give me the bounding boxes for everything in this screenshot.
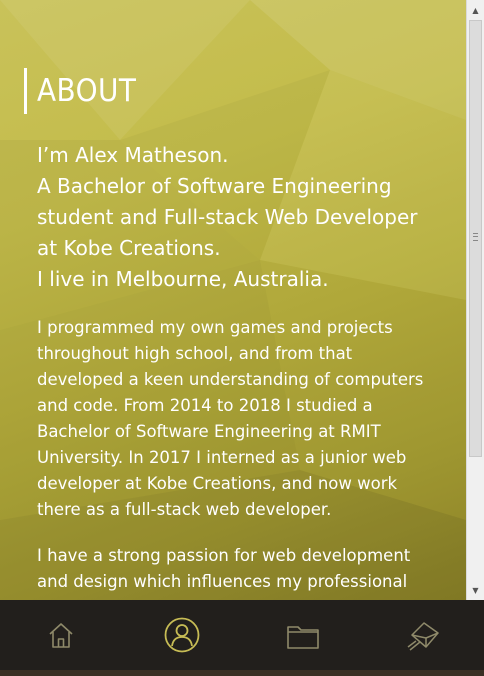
scroll-up-arrow-icon[interactable]: ▲ bbox=[467, 2, 484, 18]
scrollbar-thumb[interactable] bbox=[469, 20, 482, 457]
intro-line-location: I live in Melbourne, Australia. bbox=[37, 267, 329, 291]
envelope-icon bbox=[407, 622, 439, 651]
bottom-nav bbox=[0, 600, 484, 670]
intro-line-role: A Bachelor of Software Engineering stude… bbox=[37, 174, 418, 260]
bio-paragraph: I programmed my own games and projects t… bbox=[37, 318, 424, 519]
vertical-scrollbar[interactable]: ▲ ▼ bbox=[466, 0, 484, 600]
passion-paragraph: I have a strong passion for web developm… bbox=[37, 546, 411, 600]
nav-contact-button[interactable] bbox=[394, 605, 454, 665]
intro-line-name: I’m Alex Matheson. bbox=[37, 143, 229, 167]
title-accent-bar bbox=[24, 68, 27, 114]
nav-projects-button[interactable] bbox=[273, 605, 333, 665]
scroll-down-arrow-icon[interactable]: ▼ bbox=[467, 582, 484, 598]
home-icon bbox=[48, 623, 73, 648]
nav-home-button[interactable] bbox=[31, 605, 91, 665]
folder-icon bbox=[286, 626, 319, 649]
section-title: ABOUT bbox=[37, 73, 137, 109]
user-icon bbox=[164, 617, 199, 653]
page-bottom-edge bbox=[0, 670, 484, 676]
section-header: ABOUT bbox=[24, 64, 434, 116]
about-section: ABOUT I’m Alex Matheson. A Bachelor of S… bbox=[24, 64, 434, 600]
intro-text: I’m Alex Matheson. A Bachelor of Softwar… bbox=[37, 140, 434, 295]
page-viewport: ABOUT I’m Alex Matheson. A Bachelor of S… bbox=[0, 0, 466, 600]
nav-about-button[interactable] bbox=[152, 605, 212, 665]
scrollbar-grip-icon bbox=[473, 233, 478, 241]
